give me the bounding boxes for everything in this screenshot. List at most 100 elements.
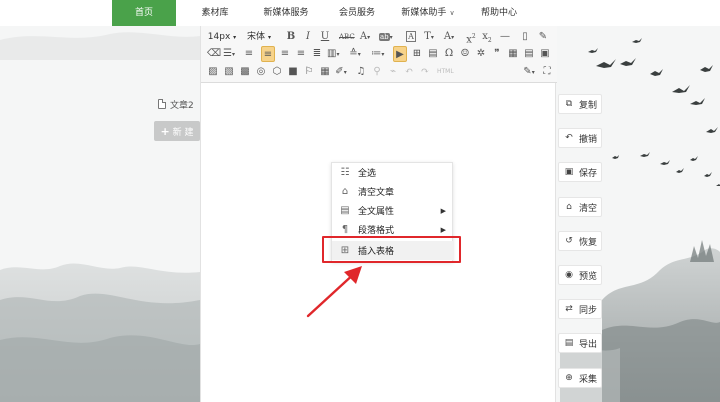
merge-icon[interactable]: ▣ — [539, 46, 551, 62]
image-icon[interactable]: ▨ — [207, 64, 219, 80]
superscript-icon[interactable]: x2 — [465, 29, 477, 45]
nav-new-media-assistant[interactable]: 新媒体助手 ∨ — [396, 0, 460, 26]
underline-icon[interactable]: U — [319, 29, 331, 45]
column-icon[interactable]: ▥▾ — [327, 46, 339, 62]
link-box-icon[interactable]: ⬡ — [271, 64, 283, 80]
nav-help-center[interactable]: 帮助中心 — [474, 0, 524, 26]
align-left-icon[interactable]: ≡ — [261, 46, 275, 62]
menu-item-document-properties[interactable]: ▤ 全文属性 ▶ — [332, 201, 454, 220]
undo-icon[interactable]: ↶ — [403, 64, 415, 80]
clear-icon: ⌂ — [341, 185, 349, 197]
clean-icon[interactable]: ⚐ — [303, 64, 315, 80]
submenu-arrow-icon: ▶ — [440, 206, 446, 215]
nav-new-media-service[interactable]: 新媒体服务 — [254, 0, 318, 26]
align-justify-icon[interactable]: ≣ — [311, 46, 323, 62]
new-document-label: 新 建 — [172, 127, 194, 138]
italic-icon[interactable]: I — [302, 29, 314, 45]
video-icon[interactable]: ■ — [287, 64, 299, 80]
subscript-icon[interactable]: x2 — [481, 29, 493, 45]
edit-icon[interactable]: ✎ — [537, 29, 549, 45]
collect-label: 采集 — [579, 374, 598, 385]
brush-icon[interactable]: ✐▾ — [335, 64, 347, 80]
preview-label: 预览 — [579, 271, 598, 282]
font-family-select[interactable]: 宋体 ▾ — [239, 29, 279, 45]
undo-button[interactable]: ↶ 撤销 — [558, 128, 602, 148]
link-icon[interactable]: ⚲ — [371, 64, 383, 80]
restore-button[interactable]: ↺ 恢复 — [558, 231, 602, 251]
font-size-select[interactable]: 14px ▾ — [207, 29, 237, 45]
outdent-icon[interactable]: ≡ — [243, 46, 255, 62]
submenu-arrow-icon: ▶ — [440, 225, 446, 234]
highlight-color-icon[interactable]: ab▾ — [379, 29, 393, 45]
menu-item-clear-article[interactable]: ⌂ 清空文章 — [332, 182, 454, 201]
emoji-icon[interactable]: ☺ — [459, 46, 471, 62]
image-left-icon[interactable]: ▤ — [427, 46, 439, 62]
music-icon[interactable]: ♫ — [355, 64, 367, 80]
text-box-icon[interactable]: A — [405, 29, 417, 45]
caret-down-icon: ▾ — [267, 34, 271, 41]
bold-icon[interactable]: B — [285, 29, 297, 45]
plus-icon: + — [160, 124, 170, 138]
eraser-icon[interactable]: ⌫ — [207, 46, 221, 62]
menu-item-label: 清空文章 — [358, 188, 395, 198]
font-family-value: 宋体 — [247, 32, 266, 42]
menu-item-select-all[interactable]: ☷ 全选 — [332, 163, 454, 182]
html-source-button[interactable]: HTML — [437, 64, 454, 80]
template-icon[interactable]: ✎▾ — [523, 64, 535, 80]
caret-down-icon: ▾ — [233, 34, 237, 41]
indent-icon[interactable]: ☰▾ — [223, 46, 235, 62]
format-painter-icon[interactable]: ▶ — [393, 46, 407, 62]
paragraph-spacing-icon[interactable]: ≙▾ — [349, 46, 361, 62]
chevron-down-icon: ∨ — [449, 9, 455, 17]
nav-member-service[interactable]: 会员服务 — [330, 0, 384, 26]
multi-image-icon[interactable]: ▧ — [223, 64, 235, 80]
redo-icon[interactable]: ↷ — [419, 64, 431, 80]
copy-button[interactable]: ⧉ 复制 — [558, 94, 602, 114]
list-icon[interactable]: ≔▾ — [371, 46, 384, 62]
line-height-icon[interactable]: A▾ — [443, 29, 455, 45]
split-icon[interactable]: ▤ — [523, 46, 535, 62]
strikethrough-icon[interactable]: ABC — [339, 29, 355, 45]
preview-button[interactable]: ◉ 预览 — [558, 265, 602, 285]
collect-button[interactable]: ⊕ 采集 — [558, 368, 602, 388]
clear-button[interactable]: ⌂ 清空 — [558, 197, 602, 217]
document-tab[interactable]: 文章2 — [158, 97, 194, 111]
undo-icon: ↶ — [565, 133, 573, 143]
sync-button[interactable]: ⇄ 同步 — [558, 299, 602, 319]
toolbar-row-2: ⌫ ☰▾ ≡ ≡ ≡ ≡ ≣ ▥▾ ≙▾ ≔▾ ▶ ⊞ ▤ Ω ☺ ✲ ❞ ▦ … — [205, 46, 553, 62]
export-button[interactable]: ▤ 导出 — [558, 333, 602, 353]
restore-label: 恢复 — [579, 237, 598, 248]
save-label: 保存 — [579, 168, 598, 179]
highlight-box — [322, 236, 461, 263]
align-right-icon[interactable]: ≡ — [295, 46, 307, 62]
new-document-button[interactable]: + 新 建 — [154, 121, 200, 141]
gallery-icon[interactable]: ▩ — [239, 64, 251, 80]
export-icon: ▤ — [564, 338, 574, 348]
blank-page-icon[interactable]: ▯ — [519, 29, 531, 45]
omega-icon[interactable]: Ω — [443, 46, 455, 62]
annotation-arrow — [306, 266, 362, 318]
nav-material-library[interactable]: 素材库 — [190, 0, 240, 26]
save-button[interactable]: ▣ 保存 — [558, 162, 602, 182]
document-icon — [158, 99, 166, 109]
quote-icon[interactable]: ❞ — [491, 46, 503, 62]
font-color-icon[interactable]: A▾ — [359, 29, 371, 45]
shape-icon[interactable]: ◎ — [255, 64, 267, 80]
horizontal-rule-icon[interactable]: — — [499, 29, 511, 45]
font-style-icon[interactable]: T▾ — [423, 29, 435, 45]
save-icon: ▣ — [564, 167, 574, 177]
copy-icon: ⧉ — [565, 99, 573, 109]
grid-icon[interactable]: ▦ — [507, 46, 519, 62]
nav-home[interactable]: 首页 — [112, 0, 176, 26]
background-icon[interactable]: ▦ — [319, 64, 331, 80]
table-icon[interactable]: ⊞ — [411, 46, 423, 62]
fullscreen-icon[interactable]: ⛶ — [541, 64, 553, 80]
font-size-value: 14px — [207, 32, 231, 42]
clear-label: 清空 — [579, 203, 598, 214]
paragraph-icon: ¶ — [341, 223, 349, 235]
clear-icon: ⌂ — [566, 202, 572, 212]
nav-new-media-assistant-label: 新媒体助手 — [401, 8, 447, 18]
align-center-icon[interactable]: ≡ — [279, 46, 291, 62]
gear-icon[interactable]: ✲ — [475, 46, 487, 62]
unlink-icon[interactable]: ⌁ — [387, 64, 399, 80]
